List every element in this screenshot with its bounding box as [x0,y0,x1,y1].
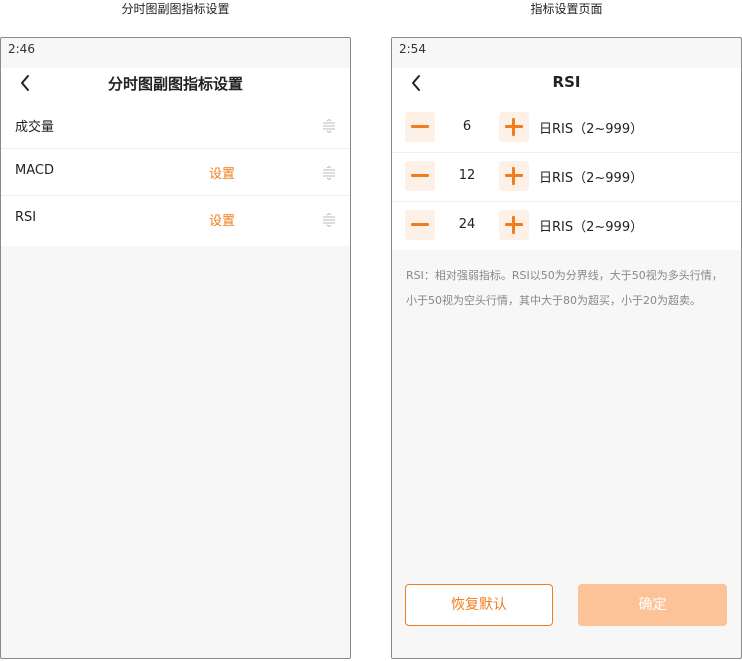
row-label: RSI [15,210,37,225]
left-caption: 分时图副图指标设置 [121,2,230,16]
status-time: 2:46 [8,42,35,56]
param-label: 日RIS（2~999） [539,171,644,186]
minus-icon [411,174,429,177]
decrement-button[interactable] [405,112,435,142]
nav-bar: RSI [392,68,741,102]
left-phone-screen: 2:46 分时图副图指标设置 成交量 MACD 设置 RSI 设置 [0,37,351,659]
param-row: 6 日RIS（2~999） [392,104,741,153]
param-value[interactable]: 24 [438,217,496,232]
list-item-macd: MACD 设置 [1,149,350,196]
settings-link-rsi[interactable]: 设置 [209,210,235,229]
settings-link-macd[interactable]: 设置 [209,163,235,182]
decrement-button[interactable] [405,161,435,191]
rsi-params: 6 日RIS（2~999） 12 日RIS（2~999） 24 日RIS（2~9… [392,102,741,250]
drag-handle-icon[interactable] [322,119,336,133]
decrement-button[interactable] [405,210,435,240]
minus-icon [411,223,429,226]
status-time: 2:54 [399,42,426,56]
plus-icon-vertical [512,118,515,136]
rsi-description: RSI：相对强弱指标。RSI以50为分界线，大于50视为多头行情，小于50视为空… [406,269,723,307]
right-phone-screen: 2:54 RSI 6 日RIS（2~999） 12 日RIS（2~999） 24… [391,37,742,659]
page-title: RSI [552,73,581,91]
param-label: 日RIS（2~999） [539,220,644,235]
plus-icon-vertical [512,216,515,234]
increment-button[interactable] [499,210,529,240]
right-caption: 指标设置页面 [530,2,603,16]
list-item-rsi: RSI 设置 [1,196,350,242]
param-value[interactable]: 6 [438,119,496,134]
param-label: 日RIS（2~999） [539,122,644,137]
drag-handle-icon[interactable] [322,213,336,227]
plus-icon-vertical [512,167,515,185]
restore-default-button[interactable]: 恢复默认 [405,584,553,626]
param-row: 12 日RIS（2~999） [392,153,741,202]
list-item-volume: 成交量 [1,102,350,149]
nav-bar: 分时图副图指标设置 [1,68,350,102]
minus-icon [411,125,429,128]
row-label: 成交量 [15,120,55,135]
confirm-button[interactable]: 确定 [578,584,727,626]
page-title: 分时图副图指标设置 [107,75,243,93]
increment-button[interactable] [499,112,529,142]
drag-handle-icon[interactable] [322,166,336,180]
row-label: MACD [15,163,54,178]
param-value[interactable]: 12 [438,168,496,183]
indicator-list: 成交量 MACD 设置 RSI 设置 [1,102,350,246]
param-row: 24 日RIS（2~999） [392,202,741,250]
increment-button[interactable] [499,161,529,191]
